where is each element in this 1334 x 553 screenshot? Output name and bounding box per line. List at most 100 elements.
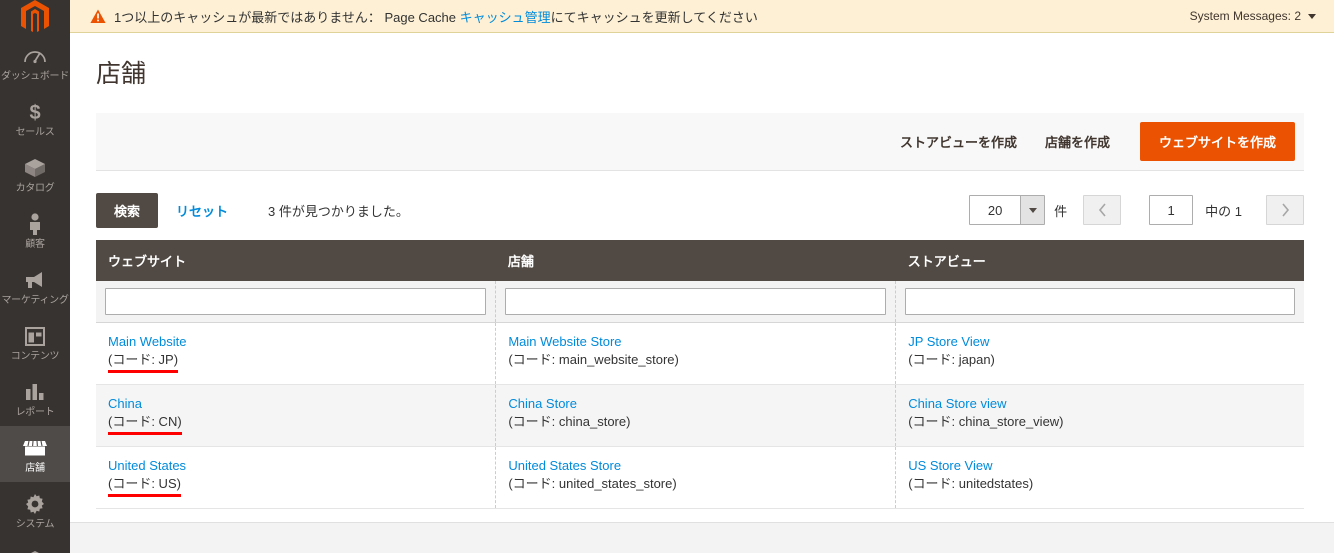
create-store-button[interactable]: 店舗を作成: [1031, 124, 1124, 159]
sidebar-item-customers[interactable]: 顧客: [0, 202, 70, 258]
sidebar-item-label: セールス: [15, 127, 55, 138]
page-actions-toolbar: ストアビューを作成 店舗を作成 ウェブサイトを作成: [96, 113, 1304, 171]
website-link[interactable]: China: [108, 395, 142, 412]
sidebar-item-catalog[interactable]: カタログ: [0, 146, 70, 202]
sidebar-item-marketing[interactable]: マーケティング: [0, 258, 70, 314]
filter-input-website[interactable]: [105, 288, 487, 315]
store-code: (コード: united_states_store): [508, 476, 677, 491]
column-header-store-view[interactable]: ストアビュー: [895, 240, 1304, 281]
chevron-right-icon: [1281, 203, 1289, 217]
sidebar-item-label: マーケティング: [1, 295, 69, 306]
notification-message: 1つ以上のキャッシュが最新ではありません： Page Cache キャッシュ管理…: [90, 7, 1190, 26]
reset-filter-link[interactable]: リセット: [176, 201, 228, 220]
sidebar-item-sales[interactable]: $ セールス: [0, 90, 70, 146]
page-number-input[interactable]: 1: [1149, 195, 1194, 225]
magento-admin-page: ダッシュボード $ セールス カタログ 顧客 マーケティング コンテンツ レポート 店舗 システム…: [0, 0, 1334, 553]
grid-filter-row: [96, 281, 1304, 323]
catalog-box-icon: [21, 155, 49, 181]
cache-management-link[interactable]: キャッシュ管理: [460, 10, 551, 25]
store-link[interactable]: China Store: [508, 395, 577, 412]
website-link[interactable]: United States: [108, 457, 186, 474]
sales-dollar-icon: $: [21, 99, 49, 125]
pagination-controls: 20 件 1 中の 1: [969, 195, 1304, 225]
per-page-select[interactable]: 20: [969, 195, 1046, 225]
sidebar-item-stores[interactable]: 店舗: [0, 426, 70, 482]
system-gear-icon: [21, 491, 49, 517]
content-layout-icon: [21, 323, 49, 349]
next-page-button[interactable]: [1266, 195, 1304, 225]
sidebar-item-label: 店舗: [25, 463, 45, 474]
cell-store-view: US Store View (コード: unitedstates): [895, 446, 1304, 509]
website-link[interactable]: Main Website: [108, 333, 187, 350]
store-view-link[interactable]: US Store View: [908, 457, 992, 474]
chevron-down-icon: [1308, 13, 1316, 19]
table-row[interactable]: United States (コード: US) United States Stor…: [96, 446, 1304, 509]
sidebar-item-system[interactable]: システム: [0, 482, 70, 538]
search-button[interactable]: 検索: [96, 192, 159, 228]
records-found-text: 3 件が見つかりました。: [268, 203, 409, 219]
sidebar-item-content[interactable]: コンテンツ: [0, 314, 70, 370]
system-messages-toggle[interactable]: System Messages: 2: [1190, 9, 1322, 23]
dashboard-icon: [21, 43, 49, 69]
filter-input-store[interactable]: [505, 288, 887, 315]
chevron-left-icon: [1098, 203, 1106, 217]
cell-store: Main Website Store (コード: main_website_sto…: [495, 322, 897, 385]
notification-text-before: 1つ以上のキャッシュが最新ではありません： Page Cache: [114, 9, 460, 25]
filter-cell-store: [495, 281, 897, 323]
warning-triangle-icon: [90, 9, 106, 24]
marketing-megaphone-icon: [21, 267, 49, 293]
filter-cell-store-view: [895, 281, 1304, 323]
website-code: (コード: CN): [108, 413, 182, 435]
sidebar-item-label: 顧客: [25, 239, 45, 250]
store-view-code: (コード: japan): [908, 352, 995, 367]
store-link[interactable]: United States Store: [508, 457, 621, 474]
grid-toolbar: 検索 リセット 3 件が見つかりました。 20 件 1 中の 1: [96, 192, 1304, 228]
magento-logo[interactable]: [0, 0, 70, 34]
filter-input-store-view[interactable]: [905, 288, 1295, 315]
magento-logo-icon: [21, 0, 49, 32]
grid-header-row: ウェブサイト 店舗 ストアビュー: [96, 240, 1304, 281]
website-code: (コード: JP): [108, 351, 179, 373]
sidebar-item-dashboard[interactable]: ダッシュボード: [0, 34, 70, 90]
cell-store-view: China Store view (コード: china_store_view): [895, 384, 1304, 447]
admin-sidebar: ダッシュボード $ セールスカタログ顧客マーケティング コンテンツレポート店舗システム: [0, 0, 70, 553]
sidebar-item-label: コンテンツ: [10, 351, 60, 362]
store-code: (コード: china_store): [508, 414, 631, 429]
cell-store: United States Store (コード: united_states_s…: [495, 446, 897, 509]
cell-website: United States (コード: US): [96, 446, 497, 509]
svg-text:$: $: [29, 102, 40, 123]
store-view-link[interactable]: JP Store View: [908, 333, 989, 350]
create-website-button[interactable]: ウェブサイトを作成: [1139, 122, 1295, 161]
cell-store-view: JP Store View (コード: japan): [895, 322, 1304, 385]
table-row[interactable]: China (コード: CN) China Store (コード: china_sto…: [96, 384, 1304, 447]
page-footer: [70, 522, 1334, 553]
store-code: (コード: main_website_store): [508, 352, 679, 367]
page-total-label: 中の 1: [1205, 203, 1242, 219]
sidebar-nav-list: ダッシュボード $ セールスカタログ顧客マーケティング コンテンツレポート店舗システム: [0, 34, 70, 553]
stores-storefront-icon: [21, 435, 49, 461]
website-code: (コード: US): [108, 475, 181, 497]
page-title: 店舗: [96, 60, 147, 88]
column-header-store[interactable]: 店舗: [495, 240, 896, 281]
store-view-code: (コード: china_store_view): [908, 414, 1064, 429]
sidebar-item-extensions[interactable]: [0, 538, 70, 553]
store-view-code: (コード: unitedstates): [908, 476, 1034, 491]
stores-grid: ウェブサイト 店舗 ストアビュー Main Website (コード: JP) Ma…: [96, 240, 1304, 509]
per-page-value: 20: [987, 202, 1003, 218]
store-view-link[interactable]: China Store view: [908, 395, 1006, 412]
extensions-cube-icon: [21, 547, 49, 553]
cell-website: Main Website (コード: JP): [96, 322, 497, 385]
filter-cell-website: [96, 281, 497, 323]
notification-text-after: にてキャッシュを更新してください: [550, 9, 758, 25]
reports-bar-chart-icon: [21, 379, 49, 405]
system-messages-label: System Messages: 2: [1189, 9, 1301, 23]
sidebar-item-reports[interactable]: レポート: [0, 370, 70, 426]
column-header-website[interactable]: ウェブサイト: [96, 240, 496, 281]
table-row[interactable]: Main Website (コード: JP) Main Website Store (…: [96, 322, 1304, 385]
previous-page-button[interactable]: [1083, 195, 1122, 225]
cell-website: China (コード: CN): [96, 384, 497, 447]
sidebar-item-label: ダッシュボード: [1, 71, 69, 82]
create-store-view-button[interactable]: ストアビューを作成: [886, 124, 1031, 159]
store-link[interactable]: Main Website Store: [508, 333, 621, 350]
per-page-unit-label: 件: [1054, 203, 1068, 219]
